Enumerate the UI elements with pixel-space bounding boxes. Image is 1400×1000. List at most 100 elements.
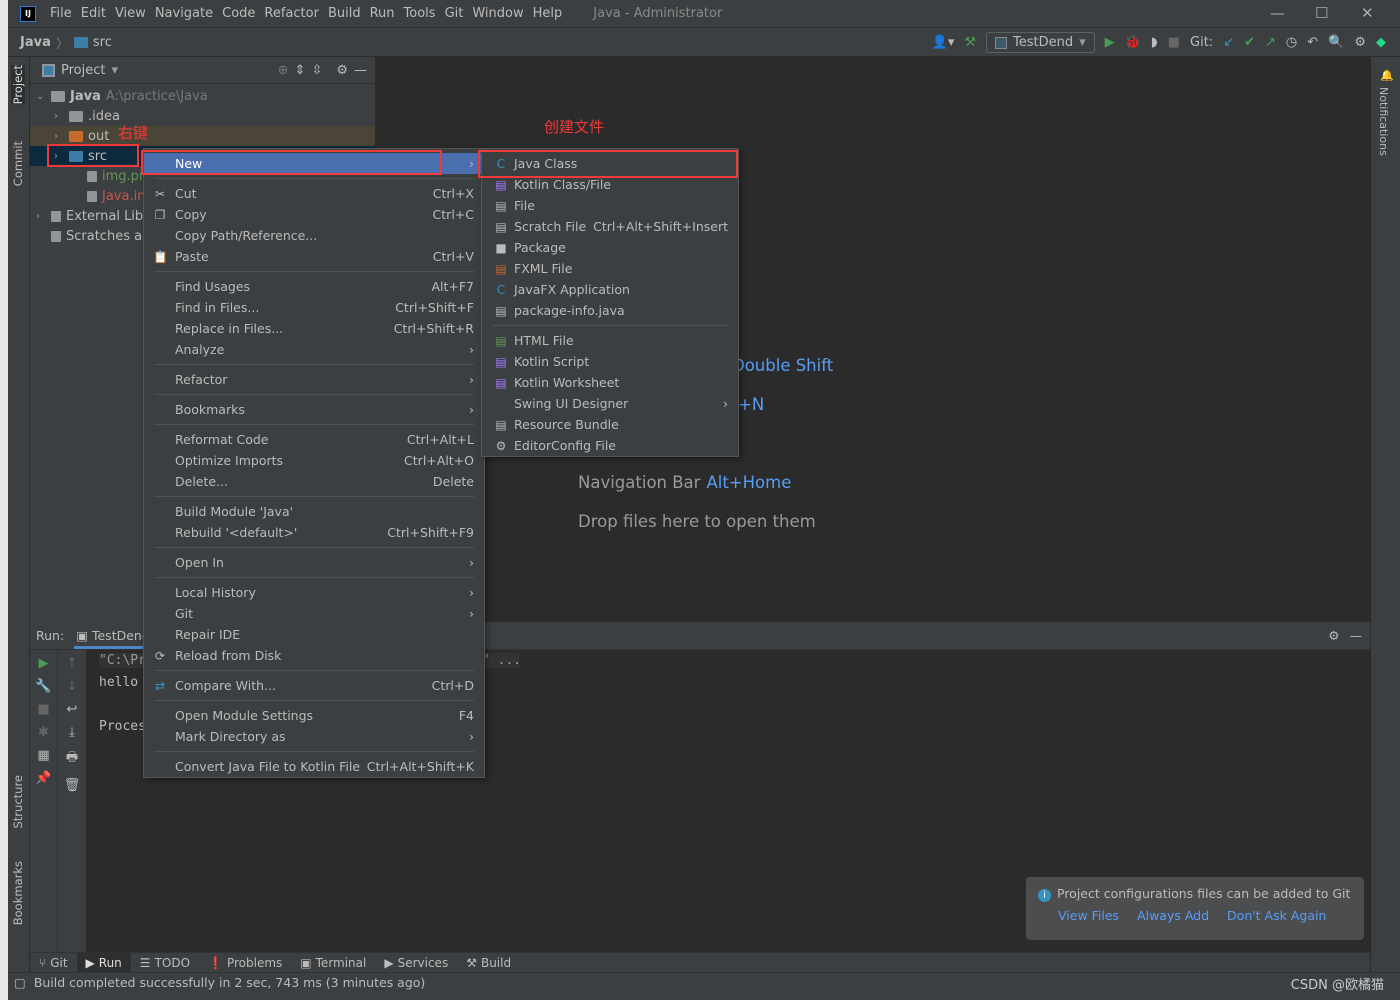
menu-item-replace-in-files[interactable]: Replace in Files... Ctrl+Shift+R xyxy=(144,318,484,339)
gear-icon[interactable]: ⚙ xyxy=(1328,628,1339,643)
dont-ask-again-link[interactable]: Don't Ask Again xyxy=(1227,908,1326,923)
breadcrumb-folder[interactable]: src xyxy=(93,35,112,50)
bottom-tab-run[interactable]: ▶ Run xyxy=(76,952,131,973)
menu-run[interactable]: Run xyxy=(370,6,395,21)
menu-window[interactable]: Window xyxy=(472,6,523,21)
coverage-icon[interactable]: ◗ xyxy=(1151,35,1158,50)
menu-item-paste[interactable]: 📋 Paste Ctrl+V xyxy=(144,246,484,267)
bottom-tab-git[interactable]: ⑂ Git xyxy=(30,953,77,973)
scroll-to-end-icon[interactable]: ⤓ xyxy=(69,725,75,740)
trash-icon[interactable]: 🗑 xyxy=(64,778,81,793)
menu-code[interactable]: Code xyxy=(222,6,255,21)
hide-icon[interactable]: — xyxy=(354,63,367,78)
up-arrow-icon[interactable]: ↑ xyxy=(67,656,78,671)
maximize-icon[interactable]: ☐ xyxy=(1315,4,1328,22)
stop-icon[interactable]: ■ xyxy=(1168,35,1180,50)
menu-item-reformat-code[interactable]: Reformat Code Ctrl+Alt+L xyxy=(144,429,484,450)
menu-item-package[interactable]: ■ Package xyxy=(482,237,738,258)
history-icon[interactable]: ◷ xyxy=(1286,35,1297,50)
project-view-selector[interactable]: Project xyxy=(61,63,105,78)
toolbox-icon[interactable]: ◆ xyxy=(1376,35,1386,50)
always-add-link[interactable]: Always Add xyxy=(1137,908,1209,923)
chevron-right-icon[interactable]: › xyxy=(54,131,64,142)
locate-icon[interactable]: ⊕ xyxy=(278,63,289,78)
menu-refactor[interactable]: Refactor xyxy=(264,6,319,21)
chevron-right-icon[interactable]: › xyxy=(36,211,46,222)
menu-item-refactor[interactable]: Refactor › xyxy=(144,369,484,390)
git-update-icon[interactable]: ↙ xyxy=(1223,35,1234,50)
menu-item-editorconfig-file[interactable]: ⚙ EditorConfig File xyxy=(482,435,738,456)
rerun-icon[interactable]: ▶ xyxy=(39,656,49,671)
bell-icon[interactable]: 🔔 xyxy=(1380,69,1394,82)
menu-item-scratch-file[interactable]: ▤ Scratch File Ctrl+Alt+Shift+Insert xyxy=(482,216,738,237)
menu-item-open-in[interactable]: Open In › xyxy=(144,552,484,573)
breadcrumb-project[interactable]: Java xyxy=(20,35,51,50)
menu-item-convert-java-file-to-kotlin-file[interactable]: Convert Java File to Kotlin File Ctrl+Alt… xyxy=(144,756,484,777)
menu-item-mark-directory-as[interactable]: Mark Directory as › xyxy=(144,726,484,747)
tab-commit[interactable]: Commit xyxy=(11,141,25,186)
hide-icon[interactable]: — xyxy=(1350,628,1363,643)
menu-navigate[interactable]: Navigate xyxy=(155,6,213,21)
user-icon[interactable]: 👤▾ xyxy=(932,35,955,50)
wrench-icon[interactable]: 🔧 xyxy=(35,679,51,694)
tab-notifications[interactable]: Notifications xyxy=(1377,87,1390,156)
git-commit-icon[interactable]: ✔ xyxy=(1244,35,1255,50)
menu-help[interactable]: Help xyxy=(533,6,563,21)
tree-item-out[interactable]: › out xyxy=(30,126,375,146)
minimize-icon[interactable]: — xyxy=(1270,4,1285,22)
bottom-tab-build[interactable]: ⚒ Build xyxy=(457,953,520,973)
run-icon[interactable]: ▶ xyxy=(1105,35,1115,50)
tree-item--idea[interactable]: › .idea xyxy=(30,106,375,126)
git-push-icon[interactable]: ↗ xyxy=(1265,35,1276,50)
soft-wrap-icon[interactable]: ↩ xyxy=(67,702,78,717)
collapse-all-icon[interactable]: ⇳ xyxy=(311,63,322,78)
expand-all-icon[interactable]: ⇕ xyxy=(295,63,306,78)
menu-item-build-module-java[interactable]: Build Module 'Java' xyxy=(144,501,484,522)
menu-item-optimize-imports[interactable]: Optimize Imports Ctrl+Alt+O xyxy=(144,450,484,471)
menu-item-open-module-settings[interactable]: Open Module Settings F4 xyxy=(144,705,484,726)
bottom-tab-todo[interactable]: ☰ TODO xyxy=(131,953,199,973)
search-icon[interactable]: 🔍 xyxy=(1328,35,1344,50)
down-arrow-icon[interactable]: ↓ xyxy=(67,679,78,694)
menu-item-package-info-java[interactable]: ▤ package-info.java xyxy=(482,300,738,321)
run-config-dropdown[interactable]: TestDend ▾ xyxy=(986,32,1095,53)
tree-item-java[interactable]: ⌄ Java A:\practice\Java xyxy=(30,86,375,106)
build-hammer-icon[interactable]: ⚒ xyxy=(964,35,976,50)
menu-item-git[interactable]: Git › xyxy=(144,603,484,624)
menu-item-reload-from-disk[interactable]: ⟳ Reload from Disk xyxy=(144,645,484,666)
debug-icon[interactable]: ✱ xyxy=(38,725,49,740)
tab-bookmarks[interactable]: Bookmarks xyxy=(11,861,25,925)
pin-icon[interactable]: 📌 xyxy=(35,771,51,786)
menu-item-rebuild-default[interactable]: Rebuild '<default>' Ctrl+Shift+F9 xyxy=(144,522,484,543)
menu-item-compare-with[interactable]: ⇄ Compare With... Ctrl+D xyxy=(144,675,484,696)
gear-icon[interactable]: ⚙ xyxy=(336,63,348,78)
tab-project[interactable]: Project xyxy=(11,65,25,105)
debug-icon[interactable]: 🐞 xyxy=(1125,35,1141,50)
menu-item-analyze[interactable]: Analyze › xyxy=(144,339,484,360)
menu-git[interactable]: Git xyxy=(445,6,464,21)
menu-item-swing-ui-designer[interactable]: Swing UI Designer › xyxy=(482,393,738,414)
menu-item-copy-path-reference[interactable]: Copy Path/Reference... xyxy=(144,225,484,246)
tab-structure[interactable]: Structure xyxy=(11,775,25,829)
rollback-icon[interactable]: ↶ xyxy=(1307,35,1318,50)
menu-item-bookmarks[interactable]: Bookmarks › xyxy=(144,399,484,420)
stop-icon[interactable]: ■ xyxy=(37,702,49,717)
menu-edit[interactable]: Edit xyxy=(81,6,106,21)
menu-item-fxml-file[interactable]: ▤ FXML File xyxy=(482,258,738,279)
menu-tools[interactable]: Tools xyxy=(404,6,436,21)
menu-item-copy[interactable]: ❐ Copy Ctrl+C xyxy=(144,204,484,225)
menu-item-html-file[interactable]: ▤ HTML File xyxy=(482,330,738,351)
menu-item-find-in-files[interactable]: Find in Files... Ctrl+Shift+F xyxy=(144,297,484,318)
close-icon[interactable]: ✕ xyxy=(1361,4,1374,22)
menu-item-resource-bundle[interactable]: ▤ Resource Bundle xyxy=(482,414,738,435)
panel-toggle-icon[interactable]: ▢ xyxy=(14,975,26,990)
menu-item-repair-ide[interactable]: Repair IDE xyxy=(144,624,484,645)
menu-file[interactable]: File xyxy=(50,6,72,21)
chevron-down-icon[interactable]: ▾ xyxy=(111,63,118,78)
menu-item-local-history[interactable]: Local History › xyxy=(144,582,484,603)
chevron-right-icon[interactable]: › xyxy=(54,111,64,122)
menu-item-delete[interactable]: Delete... Delete xyxy=(144,471,484,492)
menu-view[interactable]: View xyxy=(115,6,146,21)
bottom-tab-terminal[interactable]: ▣ Terminal xyxy=(291,953,375,973)
gear-icon[interactable]: ⚙ xyxy=(1354,35,1366,50)
